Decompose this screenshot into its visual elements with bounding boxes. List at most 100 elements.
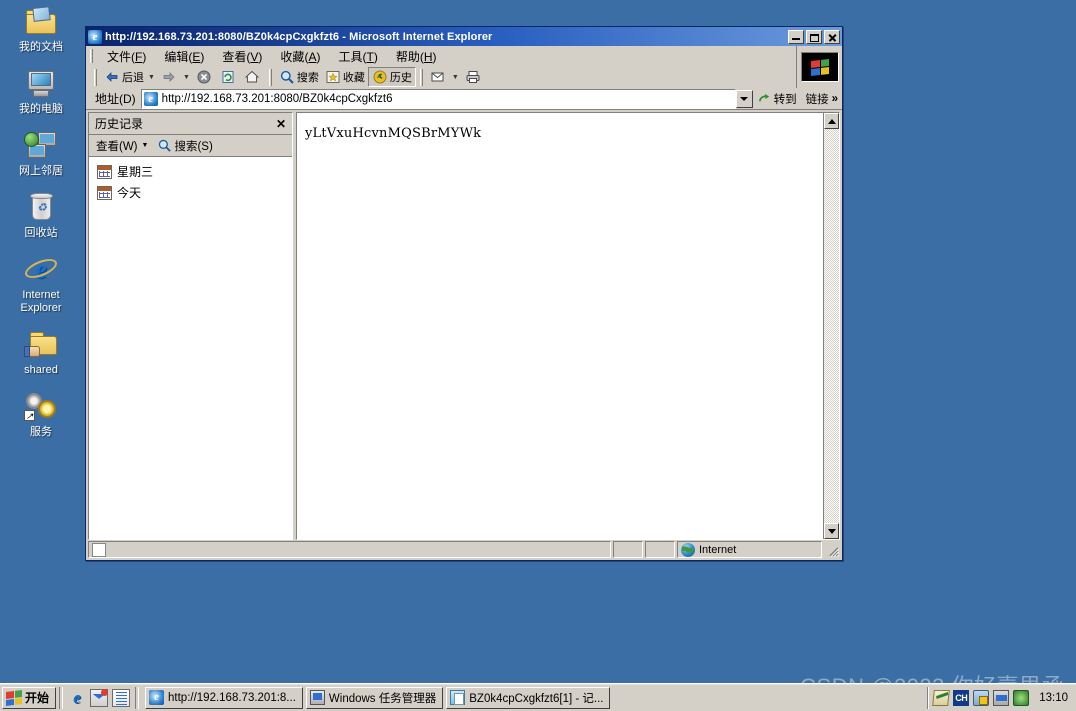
window-title: http://192.168.73.201:8080/BZ0k4cpCxgkfz… — [105, 30, 493, 43]
desktop-icon-shared[interactable]: shared — [0, 329, 82, 377]
print-button[interactable] — [462, 67, 486, 87]
task-button-task-manager[interactable]: Windows 任务管理器 — [305, 686, 444, 709]
menubar-grip[interactable] — [90, 49, 93, 63]
window-body: 历史记录 ✕ 查看(W) ▼ 搜索(S) 星期三 今天 yLtVxuHcvnMQ… — [86, 110, 842, 540]
stop-icon — [196, 69, 212, 85]
chevron-down-icon[interactable]: ▼ — [142, 142, 149, 149]
menu-item-file[interactable]: 文件(F) — [98, 47, 155, 66]
input-method-ch-icon[interactable]: CH — [953, 689, 970, 706]
history-search-label: 搜索(S) — [174, 140, 213, 153]
page-document-icon — [92, 542, 106, 557]
resize-grip[interactable] — [824, 541, 840, 558]
antivirus-shield-icon[interactable] — [1013, 689, 1030, 706]
close-button[interactable] — [824, 29, 840, 44]
search-icon — [157, 138, 172, 153]
address-input[interactable]: http://192.168.73.201:8080/BZ0k4cpCxgkfz… — [140, 88, 736, 109]
menu-item-tools[interactable]: 工具(T) — [329, 47, 386, 66]
mail-dropdown-arrow-icon[interactable]: ▼ — [452, 74, 459, 81]
refresh-button[interactable] — [217, 67, 241, 87]
system-tray: CH 13:10 — [927, 686, 1076, 709]
history-list-item[interactable]: 星期三 — [97, 161, 292, 182]
search-icon — [279, 69, 295, 85]
desktop-icon-my-computer[interactable]: 我的电脑 — [0, 68, 82, 116]
refresh-icon — [220, 69, 236, 85]
favorites-label: 收藏 — [342, 72, 365, 84]
toolbar-separator — [268, 68, 272, 86]
vertical-scrollbar[interactable] — [823, 113, 839, 539]
address-bar: 地址(D) http://192.168.73.201:8080/BZ0k4cp… — [86, 88, 842, 110]
history-list-item[interactable]: 今天 — [97, 182, 292, 203]
security-lock-icon[interactable] — [973, 689, 990, 706]
search-button[interactable]: 搜索 — [276, 67, 322, 87]
my-documents-icon — [24, 6, 58, 38]
calendar-icon — [97, 164, 112, 179]
minimize-button[interactable] — [788, 29, 804, 44]
history-label: 历史 — [389, 72, 412, 84]
network-connection-icon[interactable] — [993, 689, 1010, 706]
back-label: 后退 — [122, 72, 144, 84]
start-button[interactable]: 开始 — [2, 686, 57, 709]
menu-item-view[interactable]: 查看(V) — [213, 47, 271, 66]
task-button-notepad[interactable]: BZ0k4cpCxgkfzt6[1] - 记... — [446, 686, 611, 709]
menu-and-toolbar-row: 文件(F) 编辑(E) 查看(V) 收藏(A) 工具(T) 帮助(H) 后退 ▼ — [86, 46, 842, 88]
forward-dropdown-arrow-icon[interactable]: ▼ — [183, 74, 190, 81]
back-dropdown-arrow-icon[interactable]: ▼ — [148, 74, 155, 81]
mail-icon — [430, 69, 446, 85]
window-titlebar[interactable]: http://192.168.73.201:8080/BZ0k4cpCxgkfz… — [86, 27, 842, 46]
printer-icon — [465, 69, 481, 85]
stop-button[interactable] — [193, 67, 217, 87]
menu-item-help[interactable]: 帮助(H) — [387, 47, 446, 66]
favorites-button[interactable]: 收藏 — [322, 67, 368, 87]
quick-launch-internet-explorer-icon[interactable]: e — [68, 688, 86, 707]
menubar: 文件(F) 编辑(E) 查看(V) 收藏(A) 工具(T) 帮助(H) — [86, 46, 842, 66]
explorer-bar-close-icon[interactable]: ✕ — [274, 117, 288, 131]
notepad-icon — [450, 690, 466, 705]
home-button[interactable] — [241, 67, 265, 87]
status-message-cell — [88, 541, 611, 558]
quick-launch-outlook-mail-icon[interactable] — [90, 688, 109, 707]
quick-launch-bar: e — [66, 688, 132, 707]
go-button[interactable]: 转到 — [754, 89, 802, 109]
history-button[interactable]: 历史 — [367, 67, 416, 87]
forward-button[interactable] — [158, 67, 182, 87]
toolbar-grip[interactable] — [94, 68, 97, 86]
scroll-down-button[interactable] — [824, 523, 839, 539]
window-control-buttons — [788, 29, 840, 44]
task-manager-icon — [309, 690, 325, 705]
address-dropdown-button[interactable] — [735, 89, 753, 108]
taskbar: 开始 e http://192.168.73.201:8... Windows … — [0, 683, 1076, 711]
back-button[interactable]: 后退 — [101, 67, 147, 87]
desktop-icon-recycle-bin[interactable]: ♻ 回收站 — [0, 192, 82, 240]
page-text: yLtVxuHcvnMQSBrMYWk — [305, 126, 482, 141]
desktop-icon-label: 我的文档 — [19, 41, 63, 53]
desktop-icon-my-documents[interactable]: 我的文档 — [0, 6, 82, 54]
quick-launch-notepad-editor-icon[interactable] — [112, 688, 131, 707]
windows-flag-icon — [6, 689, 22, 706]
page-icon — [143, 91, 158, 106]
links-button[interactable]: 链接 » — [802, 91, 842, 107]
status-cell-tertiary — [645, 541, 675, 558]
recycle-bin-icon: ♻ — [24, 192, 58, 224]
menu-item-edit[interactable]: 编辑(E) — [155, 47, 213, 66]
clock[interactable]: 13:10 — [1033, 692, 1072, 704]
security-zone-cell[interactable]: Internet — [677, 541, 822, 558]
mail-button[interactable] — [427, 67, 451, 87]
history-item-label: 今天 — [117, 186, 142, 200]
task-button-internet-explorer[interactable]: http://192.168.73.201:8... — [145, 686, 303, 709]
maximize-button[interactable] — [806, 29, 822, 44]
desktop-icon-internet-explorer[interactable]: e Internet Explorer — [0, 254, 82, 315]
desktop-icon-network-neighborhood[interactable]: 网上邻居 — [0, 130, 82, 178]
links-overflow-chevron-icon[interactable]: » — [832, 93, 838, 105]
desktop-icon-services[interactable]: ↗ 服务 — [0, 391, 82, 439]
globe-icon — [681, 542, 695, 557]
address-label: 地址(D) — [95, 92, 136, 106]
menu-item-favorites[interactable]: 收藏(A) — [271, 47, 329, 66]
scroll-up-button[interactable] — [824, 113, 839, 129]
document-body[interactable]: yLtVxuHcvnMQSBrMYWk — [297, 113, 823, 539]
shared-folder-icon — [24, 329, 58, 361]
pen-tablet-icon[interactable] — [932, 689, 951, 706]
history-explorer-bar: 历史记录 ✕ 查看(W) ▼ 搜索(S) 星期三 今天 — [88, 112, 293, 540]
start-label: 开始 — [25, 691, 50, 705]
history-view-button[interactable]: 查看(W) ▼ — [93, 137, 151, 155]
history-search-button[interactable]: 搜索(S) — [154, 137, 215, 155]
